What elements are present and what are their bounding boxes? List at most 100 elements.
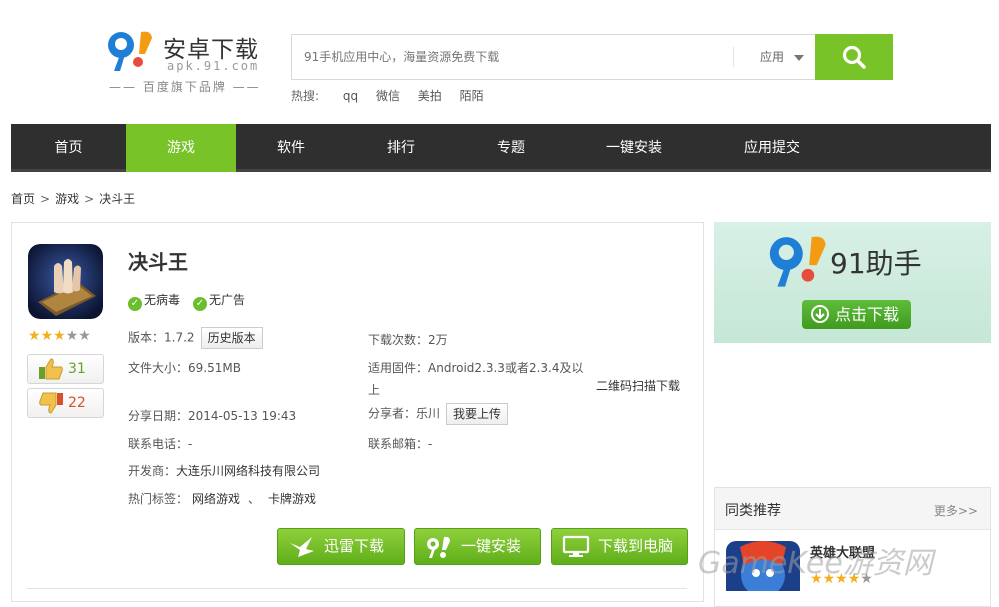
downloads-label: 下载次数：	[368, 333, 429, 347]
firmware-row-cont: 上	[368, 381, 380, 398]
banner-button-label: 点击下载	[835, 305, 900, 324]
downloads-value: 2万	[428, 333, 448, 347]
thumbs-up-icon	[39, 358, 63, 380]
nav-item-home[interactable]: 首页	[11, 124, 126, 172]
check-icon: ✓	[128, 297, 142, 311]
hot-search-link[interactable]: qq	[343, 89, 358, 103]
search-divider	[733, 47, 734, 67]
firmware-value: Android2.3.3或者2.3.4及以	[428, 361, 584, 375]
star-icon: ★	[78, 328, 91, 344]
share-date-value: 2014-05-13 19:43	[188, 409, 297, 423]
download-to-pc-button[interactable]: 下载到电脑	[551, 528, 688, 565]
sharer-label: 分享者：	[368, 406, 417, 421]
button-label: 迅雷下载	[324, 537, 385, 555]
assistant-banner[interactable]: 91助手 点击下载	[714, 222, 991, 343]
logo-91-icon	[108, 31, 152, 71]
divider	[27, 588, 687, 589]
size-value: 69.51MB	[188, 361, 241, 375]
phone-value: -	[188, 437, 193, 451]
site-logo[interactable]: 安卓下载 apk.91.com —— 百度旗下品牌 ——	[105, 28, 265, 98]
nav-item-software[interactable]: 软件	[236, 124, 346, 172]
app-title: 决斗王	[128, 250, 188, 274]
nav-item-submit-app[interactable]: 应用提交	[702, 124, 842, 172]
star-icon: ★	[28, 328, 41, 344]
nav-item-topics[interactable]: 专题	[456, 124, 566, 172]
hot-search: 热搜: qq 微信 美拍 陌陌	[291, 87, 498, 104]
recommend-title: 同类推荐	[725, 503, 781, 519]
logo-91-icon	[427, 536, 450, 558]
breadcrumb-home[interactable]: 首页	[11, 192, 35, 206]
nav-item-games[interactable]: 游戏	[126, 124, 236, 172]
sharer-row: 分享者：乐川 我要上传	[368, 403, 509, 425]
badge-label: 无广告	[209, 293, 246, 307]
logo-domain: apk.91.com	[167, 59, 260, 73]
search-button[interactable]	[815, 34, 893, 80]
like-button[interactable]: 31	[27, 354, 104, 384]
star-icon: ★	[53, 328, 66, 344]
one-click-install-button[interactable]: 一键安装	[414, 528, 541, 565]
developer-label: 开发商：	[128, 464, 177, 478]
thumbs-down-icon	[39, 392, 63, 414]
nav-item-ranking[interactable]: 排行	[346, 124, 456, 172]
button-label: 一键安装	[461, 537, 522, 555]
tag-link[interactable]: 卡牌游戏	[268, 492, 316, 506]
like-count: 31	[68, 361, 86, 377]
search-icon	[842, 45, 866, 69]
nav-item-one-click-install[interactable]: 一键安装	[566, 124, 702, 172]
no-ads-badge: ✓ 无广告	[193, 291, 245, 311]
tag-link[interactable]: 网络游戏	[192, 492, 240, 506]
version-value: 1.7.2	[164, 330, 195, 345]
developer-value[interactable]: 大连乐川网络科技有限公司	[176, 464, 320, 478]
star-icon: ★	[40, 328, 54, 344]
version-row: 版本：1.7.2 历史版本	[128, 327, 263, 349]
size-row: 文件大小：69.51MB	[128, 359, 241, 376]
qr-download-label[interactable]: 二维码扫描下载	[596, 377, 680, 394]
search-category-label: 应用	[760, 50, 785, 64]
share-date-label: 分享日期：	[128, 409, 189, 423]
history-version-button[interactable]: 历史版本	[200, 327, 263, 349]
thunder-bird-icon	[290, 537, 314, 557]
developer-row: 开发商：大连乐川网络科技有限公司	[128, 462, 320, 479]
version-label: 版本：	[128, 330, 165, 345]
breadcrumb-separator: >	[84, 192, 95, 206]
logo-91-icon	[769, 236, 826, 287]
badge-label: 无病毒	[144, 293, 181, 307]
downloads-row: 下载次数：2万	[368, 331, 448, 348]
watermark: GameKee游资网	[698, 546, 933, 581]
monitor-icon	[562, 535, 590, 557]
email-value: -	[428, 437, 433, 451]
logo-tagline: —— 百度旗下品牌 ——	[109, 80, 261, 94]
chevron-down-icon	[794, 54, 805, 61]
hot-search-label: 热搜:	[291, 89, 320, 103]
recommend-more-link[interactable]: 更多>>	[934, 502, 978, 519]
download-circle-icon	[811, 305, 829, 323]
hot-search-link[interactable]: 微信	[376, 89, 400, 103]
banner-download-button[interactable]: 点击下载	[802, 300, 911, 329]
no-virus-badge: ✓ 无病毒	[128, 291, 180, 311]
breadcrumb-current: 决斗王	[99, 192, 136, 206]
breadcrumb-separator: >	[40, 192, 51, 206]
email-label: 联系邮箱：	[368, 437, 429, 451]
firmware-row: 适用固件：Android2.3.3或者2.3.4及以	[368, 359, 583, 376]
upload-button[interactable]: 我要上传	[446, 403, 509, 425]
email-row: 联系邮箱：-	[368, 435, 432, 452]
search-input[interactable]	[304, 35, 734, 79]
thunder-download-button[interactable]: 迅雷下载	[277, 528, 405, 565]
hot-search-link[interactable]: 陌陌	[460, 89, 484, 103]
tags-label: 热门标签：	[128, 492, 189, 506]
size-label: 文件大小：	[128, 361, 189, 375]
breadcrumb: 首页 > 游戏 > 决斗王	[11, 190, 135, 207]
tag-separator: 、	[248, 492, 261, 506]
hot-search-link[interactable]: 美拍	[418, 89, 442, 103]
search-category-select[interactable]: 应用	[760, 35, 805, 79]
firmware-value-cont: 上	[368, 383, 381, 397]
recommend-header: 同类推荐 更多>>	[715, 488, 990, 530]
share-date-row: 分享日期：2014-05-13 19:43	[128, 407, 296, 424]
dislike-button[interactable]: 22	[27, 388, 104, 418]
firmware-label: 适用固件：	[368, 361, 429, 375]
phone-row: 联系电话：-	[128, 435, 192, 452]
breadcrumb-games[interactable]: 游戏	[55, 192, 79, 206]
app-icon	[28, 244, 103, 319]
sharer-value: 乐川	[416, 406, 441, 421]
banner-title: 91助手	[830, 247, 922, 280]
